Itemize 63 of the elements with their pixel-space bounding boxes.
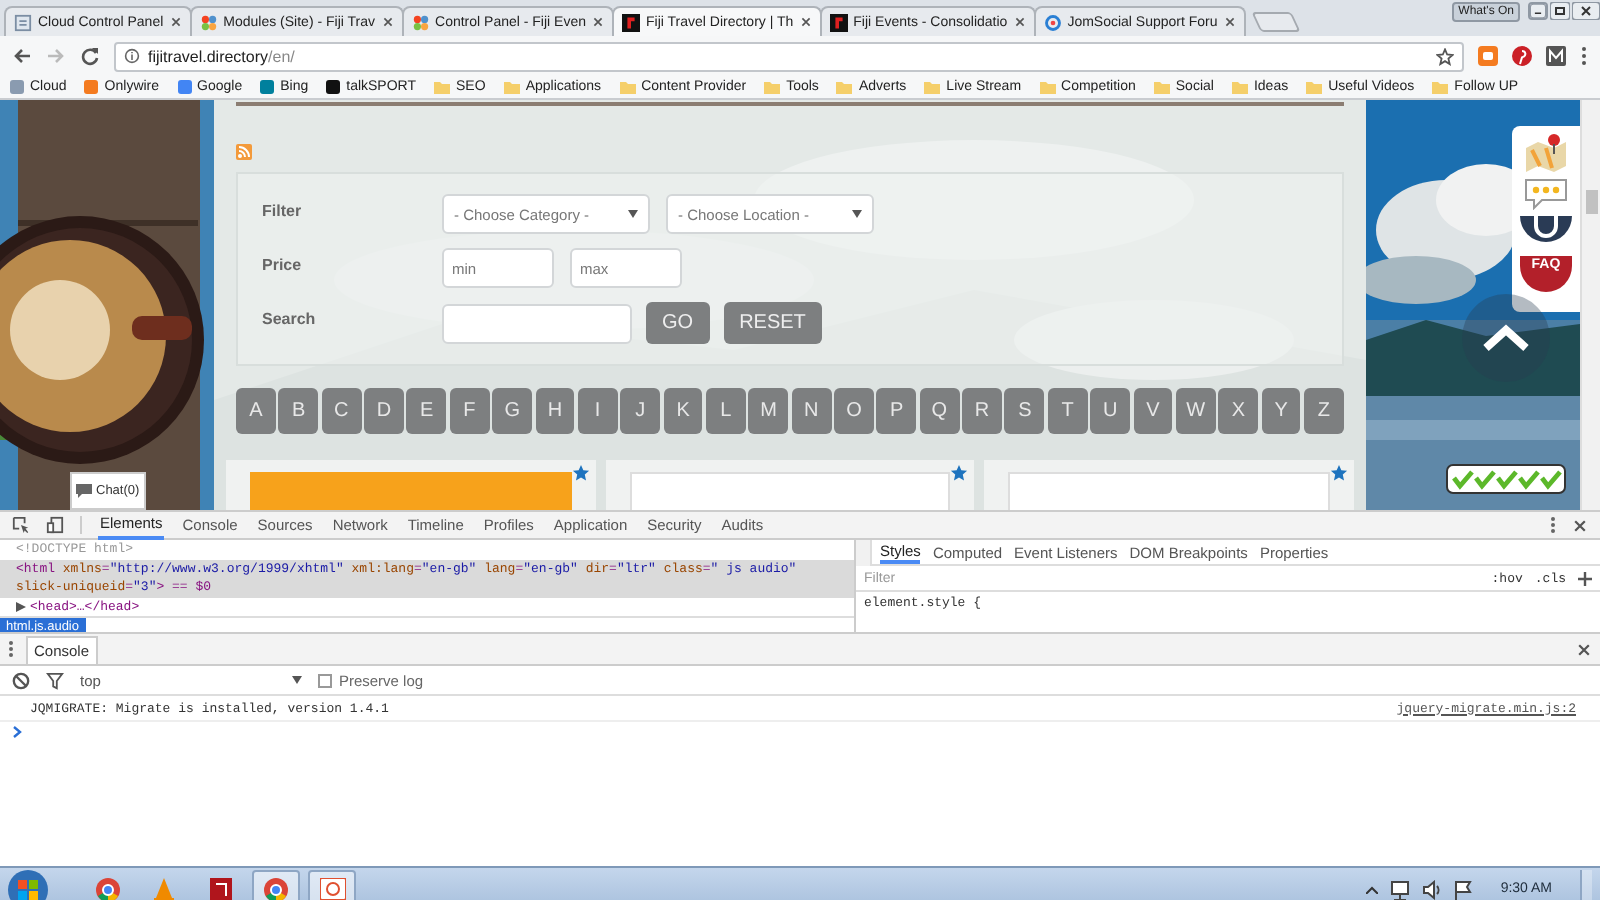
start-button[interactable] — [8, 869, 48, 900]
info-icon — [124, 48, 140, 64]
folder-icon — [1432, 80, 1449, 94]
browser-icon — [264, 877, 288, 900]
browser-icon — [96, 877, 120, 900]
caret-icon — [292, 676, 303, 684]
extension-icon[interactable] — [1478, 46, 1498, 66]
folder-icon — [836, 80, 853, 94]
slides-icon — [319, 878, 345, 900]
volume-icon[interactable] — [1422, 879, 1443, 899]
logo-icon — [622, 13, 640, 31]
inspect-icon[interactable] — [12, 516, 30, 534]
prompt-icon[interactable] — [12, 726, 22, 738]
folder-icon — [1153, 80, 1170, 94]
filter-icon[interactable] — [46, 671, 64, 689]
add-icon[interactable] — [1578, 571, 1592, 585]
folder-icon — [1306, 80, 1323, 94]
scrollbar[interactable] — [1580, 100, 1600, 510]
mail-extension-icon[interactable] — [1546, 46, 1566, 66]
close-icon[interactable] — [1576, 641, 1592, 657]
more-icon[interactable] — [8, 640, 14, 658]
close-icon[interactable] — [381, 16, 394, 28]
folder-icon — [764, 80, 781, 94]
star-icon[interactable] — [1436, 47, 1454, 65]
menu-icon[interactable] — [1580, 46, 1588, 66]
close-icon[interactable] — [1013, 16, 1026, 28]
more-icon[interactable] — [1550, 516, 1556, 534]
restore-icon[interactable] — [1550, 2, 1570, 20]
close-icon[interactable] — [169, 16, 182, 28]
reload-icon[interactable] — [80, 46, 100, 66]
folder-icon — [503, 80, 520, 94]
close-icon[interactable] — [799, 16, 812, 28]
document-icon — [209, 877, 231, 900]
folder-icon — [1039, 80, 1056, 94]
pin-icon[interactable] — [1512, 46, 1532, 66]
folder-icon — [619, 80, 636, 94]
clear-icon[interactable] — [12, 671, 30, 689]
folder-icon — [924, 80, 941, 94]
show-hidden-icon[interactable] — [1366, 885, 1379, 893]
scrollbar[interactable] — [856, 540, 872, 566]
map-icon[interactable] — [1522, 132, 1570, 172]
scroll-up-icon[interactable] — [1462, 294, 1550, 382]
close-icon[interactable] — [1572, 517, 1588, 533]
close-icon[interactable] — [1223, 16, 1236, 28]
ring-icon — [1043, 13, 1062, 31]
back-icon[interactable] — [12, 46, 32, 66]
pinwheel-icon — [411, 13, 430, 31]
cone-icon — [152, 877, 176, 900]
taskbar-app[interactable] — [308, 869, 356, 900]
close-icon[interactable] — [1572, 2, 1600, 20]
page-icon — [14, 13, 32, 31]
address-field[interactable]: fijitravel.directory/en/ — [114, 41, 1464, 71]
folder-icon — [1231, 80, 1248, 94]
flag-icon[interactable] — [1454, 879, 1473, 899]
taskbar-app[interactable] — [252, 869, 300, 900]
close-icon[interactable] — [592, 16, 604, 28]
network-icon[interactable] — [1390, 879, 1411, 899]
logo-icon — [829, 13, 848, 31]
device-icon[interactable] — [46, 516, 64, 534]
expand-arrow-icon[interactable] — [16, 601, 26, 612]
checkmarks-icon — [1446, 464, 1566, 494]
pinwheel-icon — [199, 13, 218, 31]
folder-icon — [434, 80, 451, 94]
